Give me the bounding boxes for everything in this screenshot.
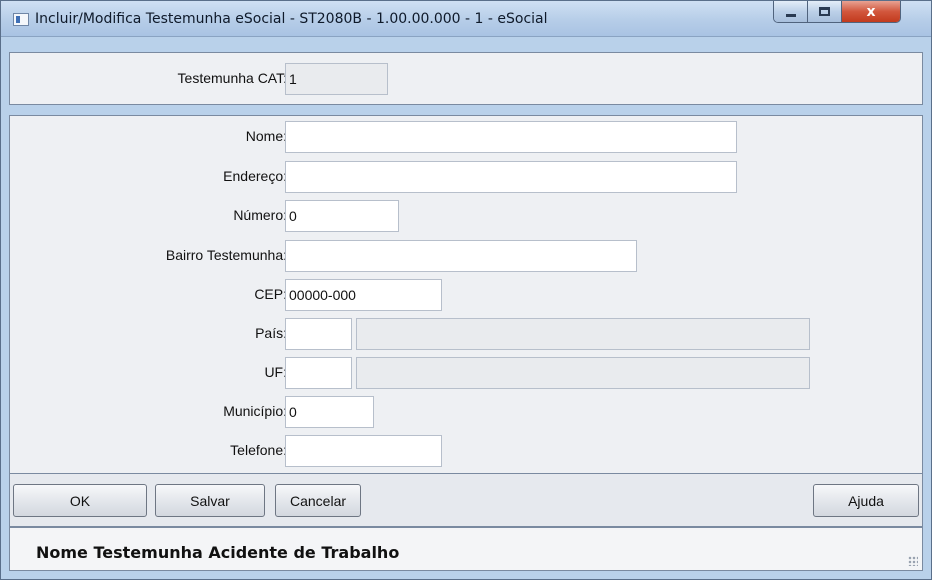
maximize-button[interactable]: [808, 1, 842, 22]
maximize-icon: [819, 7, 830, 16]
button-bar: OK Salvar Cancelar Ajuda: [9, 473, 923, 527]
numero-label: Número:: [233, 207, 287, 223]
cep-label: CEP:: [254, 286, 287, 302]
endereco-label: Endereço:: [223, 168, 287, 184]
minimize-button[interactable]: [774, 1, 808, 22]
municipio-input[interactable]: 0: [285, 396, 374, 428]
municipio-label: Município:: [223, 403, 287, 419]
ajuda-button[interactable]: Ajuda: [813, 484, 919, 517]
status-text: Nome Testemunha Acidente de Trabalho: [36, 543, 400, 562]
minimize-icon: [785, 14, 796, 17]
cancelar-button[interactable]: Cancelar: [275, 484, 361, 517]
dialog-window: Incluir/Modifica Testemunha eSocial - ST…: [0, 0, 932, 580]
bairro-label: Bairro Testemunha:: [165, 247, 287, 263]
window-controls: x: [773, 1, 901, 23]
uf-description-field: [356, 357, 810, 389]
endereco-input[interactable]: [285, 161, 737, 193]
pais-description-field: [356, 318, 810, 350]
numero-input[interactable]: 0: [285, 200, 399, 232]
close-icon: x: [866, 3, 876, 20]
pais-code-input[interactable]: [285, 318, 352, 350]
bairro-input[interactable]: [285, 240, 637, 272]
close-button[interactable]: x: [842, 1, 900, 22]
testemunha-cat-label: Testemunha CAT:: [177, 70, 287, 86]
cep-input[interactable]: 00000-000: [285, 279, 442, 311]
uf-code-input[interactable]: [285, 357, 352, 389]
nome-label: Nome:: [245, 128, 287, 144]
testemunha-cat-field: 1: [285, 63, 388, 95]
form-panel: Nome: Endereço: Número: 0 Bairro Testemu…: [9, 115, 923, 473]
window-title: Incluir/Modifica Testemunha eSocial - ST…: [35, 11, 548, 27]
ok-button[interactable]: OK: [13, 484, 147, 517]
telefone-label: Telefone:: [230, 442, 287, 458]
nome-input[interactable]: [285, 121, 737, 153]
app-window-icon: [13, 13, 29, 26]
uf-label: UF:: [264, 364, 287, 380]
resize-grip-icon[interactable]: [908, 556, 918, 566]
title-bar[interactable]: Incluir/Modifica Testemunha eSocial - ST…: [1, 1, 931, 37]
telefone-input[interactable]: [285, 435, 442, 467]
header-panel: Testemunha CAT: 1: [9, 52, 923, 105]
pais-label: País:: [255, 325, 287, 341]
salvar-button[interactable]: Salvar: [155, 484, 265, 517]
status-bar: Nome Testemunha Acidente de Trabalho: [9, 527, 923, 571]
